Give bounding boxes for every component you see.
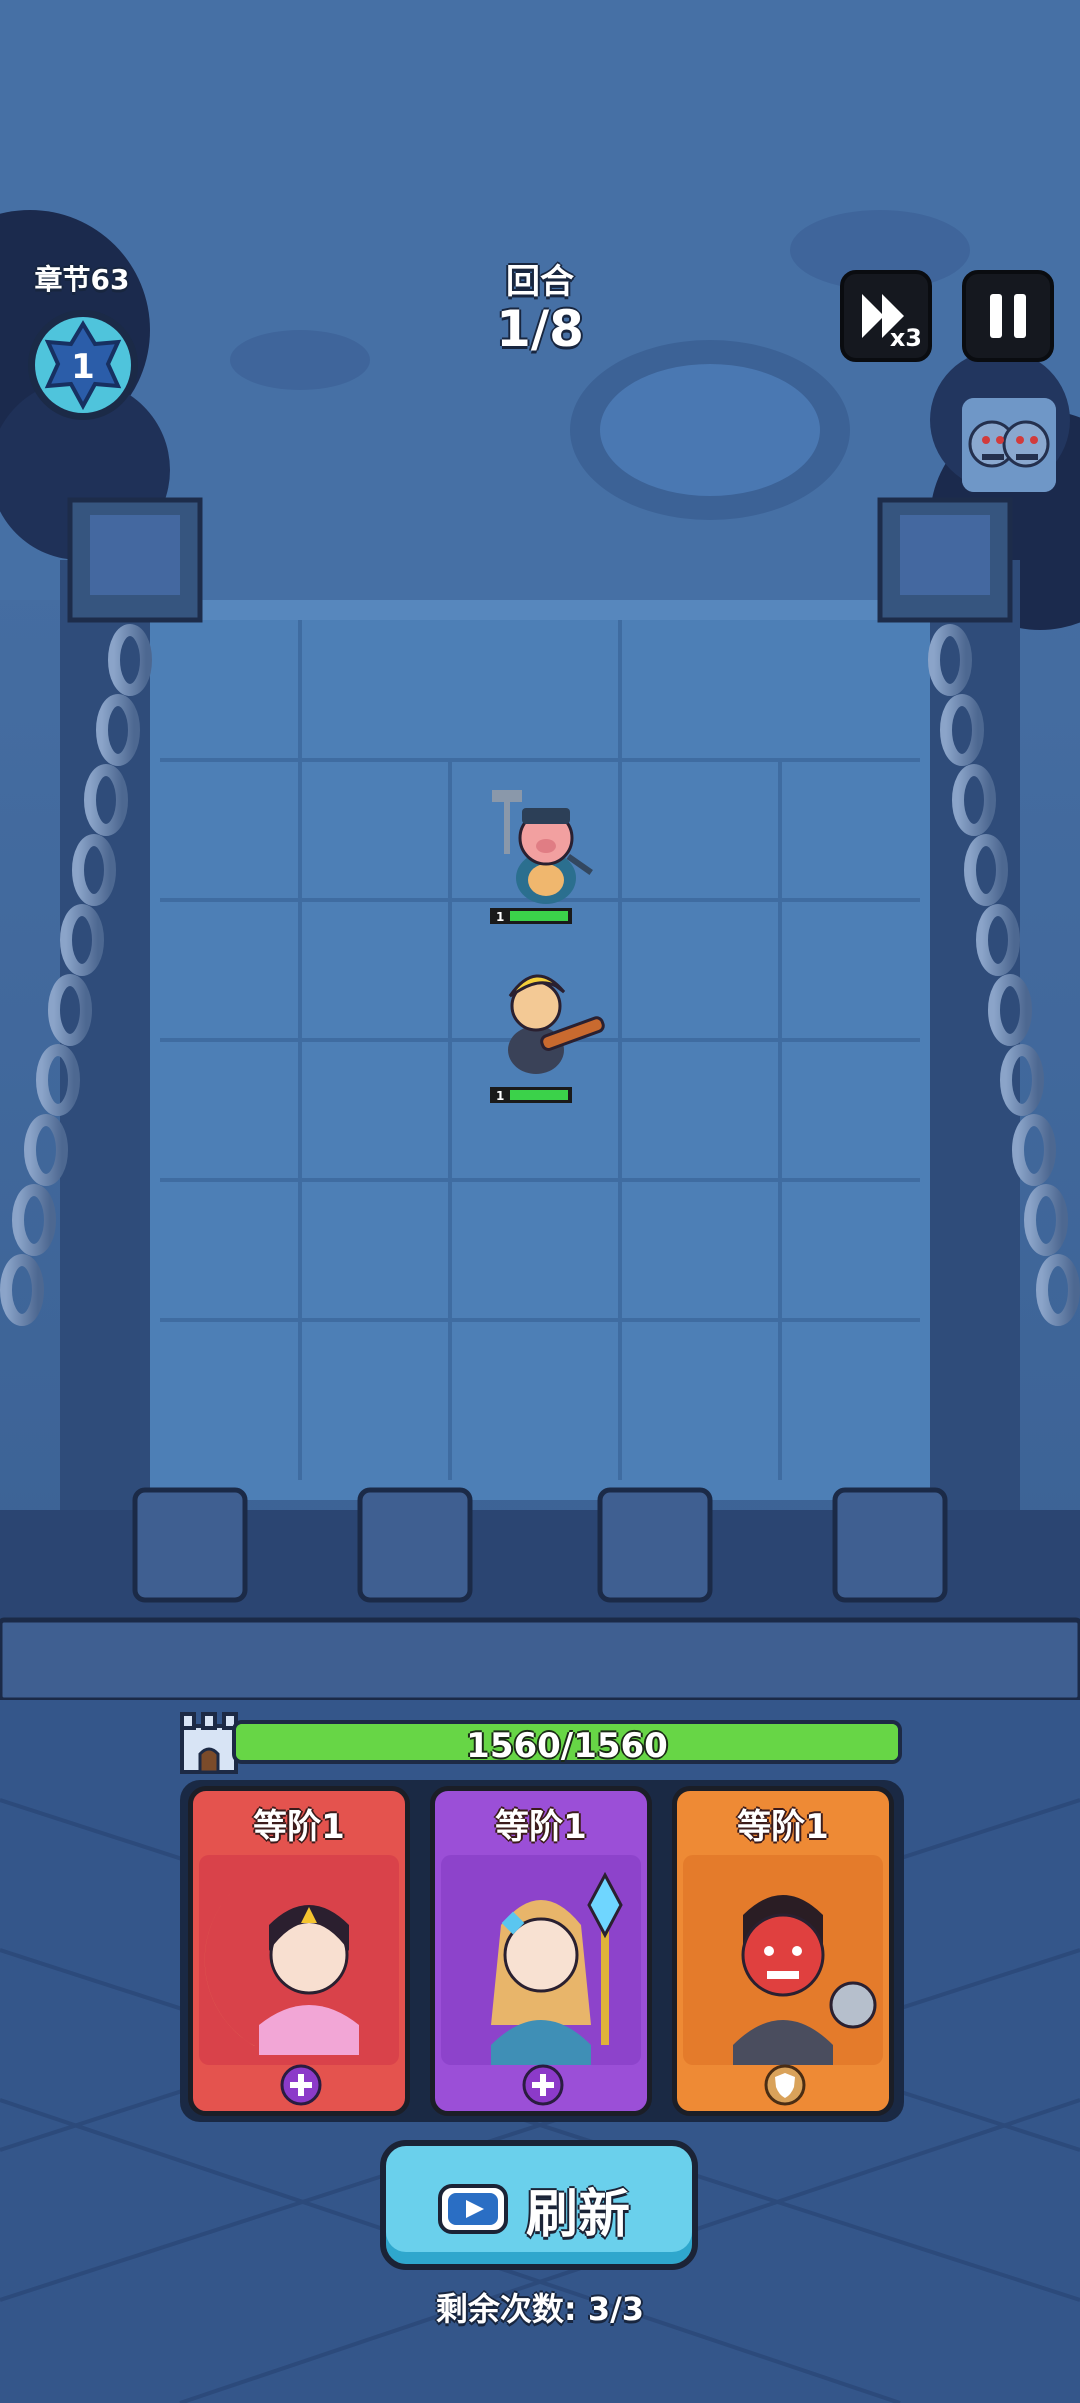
pig-cop-health-bar: 1: [490, 908, 572, 924]
boss-preview[interactable]: [962, 398, 1056, 492]
moon-princess-portrait: [199, 1855, 399, 2065]
round-title: 回合: [506, 262, 574, 302]
round-counter: 1/8: [496, 300, 584, 358]
blonde-swordsman-hero[interactable]: [470, 950, 610, 1090]
hero-card-moon-princess[interactable]: 等阶1: [188, 1786, 410, 2116]
base-health-bar: 1560/1560: [232, 1720, 902, 1766]
boss-portrait-icon: [962, 398, 1056, 492]
refresh-remaining-count: 剩余次数: 3/3: [435, 2290, 645, 2328]
hero-card-crystal-mage[interactable]: 等阶1: [430, 1786, 652, 2116]
card-tier-label: 等阶1: [737, 1807, 829, 1847]
pause-button[interactable]: [962, 270, 1054, 362]
chapter-star-badge[interactable]: 1: [24, 306, 142, 424]
swordsman-sprite: [508, 974, 605, 1074]
star-badge-icon: 1: [28, 310, 138, 420]
swordsman-level: 1: [496, 1089, 504, 1103]
pig-cop-level: 1: [496, 910, 504, 924]
chapter-label: 章节63: [34, 263, 130, 296]
card-tier-label: 等阶1: [253, 1807, 345, 1847]
speed-button[interactable]: x3: [840, 270, 932, 362]
video-play-icon: [438, 2184, 508, 2234]
base-health-text: 1560/1560: [466, 1726, 668, 1766]
refresh-label: 刷新: [526, 2185, 631, 2245]
plus-icon[interactable]: [279, 2063, 323, 2107]
speed-multiplier: x3: [889, 324, 922, 352]
pig-cop-sprite: [492, 790, 593, 904]
swordsman-health-bar: 1: [490, 1087, 572, 1103]
plus-icon[interactable]: [521, 2063, 565, 2107]
pause-icon: [990, 294, 1026, 338]
card-tier-label: 等阶1: [495, 1807, 587, 1847]
red-ogre-portrait: [683, 1855, 883, 2065]
refresh-button[interactable]: 刷新: [380, 2140, 698, 2270]
chapter-level: 1: [71, 347, 95, 387]
crystal-mage-portrait: [441, 1855, 641, 2065]
hero-card-red-ogre-warrior[interactable]: 等阶1: [672, 1786, 894, 2116]
shield-icon[interactable]: [763, 2063, 807, 2107]
pig-cop-hero[interactable]: [470, 780, 610, 920]
